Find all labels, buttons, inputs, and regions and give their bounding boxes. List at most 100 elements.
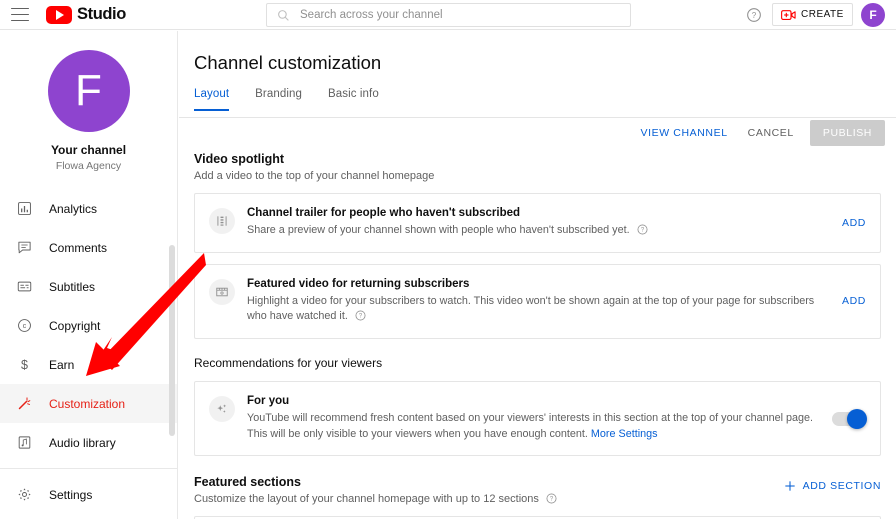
- sidebar-item-earn[interactable]: $ Earn: [0, 345, 177, 384]
- card-title: Featured video for returning subscribers: [247, 277, 470, 290]
- tab-bar: Layout Branding Basic info: [194, 88, 896, 111]
- sidebar-item-label: Comments: [49, 240, 108, 255]
- sidebar-nav: Analytics Comments Subtitles c Copyright…: [0, 189, 177, 519]
- account-avatar[interactable]: F: [861, 3, 885, 27]
- avatar-letter: F: [869, 8, 877, 22]
- studio-logo[interactable]: Studio: [46, 5, 126, 24]
- analytics-icon: [12, 201, 36, 216]
- sidebar-divider: [0, 468, 177, 469]
- help-button[interactable]: ?: [746, 7, 762, 28]
- channel-name: Flowa Agency: [55, 160, 122, 172]
- plus-icon: [784, 481, 795, 491]
- sidebar-item-comments[interactable]: Comments: [0, 228, 177, 267]
- video-spotlight-header: Video spotlight Add a video to the top o…: [194, 152, 896, 182]
- tab-basic-info[interactable]: Basic info: [328, 88, 379, 111]
- create-label: CREATE: [801, 9, 844, 20]
- section-title: Recommendations for your viewers: [194, 355, 383, 370]
- app-root: Studio ? CREATE F: [0, 0, 896, 519]
- card-body: Featured video for returning subscribers…: [247, 278, 832, 325]
- sidebar-item-send-feedback[interactable]: Send feedback: [0, 514, 177, 519]
- sidebar-item-settings[interactable]: Settings: [0, 475, 177, 514]
- comment-icon: [12, 240, 36, 255]
- hamburger-menu-icon[interactable]: [11, 8, 29, 21]
- card-body: Channel trailer for people who haven't s…: [247, 207, 832, 239]
- channel-trailer-card: Channel trailer for people who haven't s…: [194, 193, 881, 253]
- sidebar-item-customization[interactable]: Customization: [0, 384, 177, 423]
- add-section-label: ADD SECTION: [802, 480, 881, 493]
- sidebar-item-subtitles[interactable]: Subtitles: [0, 267, 177, 306]
- featured-sections-text: Featured sections Customize the layout o…: [194, 475, 557, 505]
- create-button[interactable]: CREATE: [772, 3, 853, 26]
- card-description-text: YouTube will recommend fresh content bas…: [247, 411, 814, 440]
- subtitles-icon: [12, 279, 36, 294]
- add-trailer-button[interactable]: ADD: [842, 217, 866, 229]
- dollar-icon: $: [12, 357, 36, 372]
- svg-text:?: ?: [550, 497, 554, 503]
- sparkles-icon: [209, 395, 235, 422]
- tab-branding[interactable]: Branding: [255, 88, 302, 111]
- sidebar-scrollbar[interactable]: [169, 245, 175, 436]
- search-box[interactable]: [266, 3, 631, 27]
- tab-layout[interactable]: Layout: [194, 88, 230, 111]
- svg-text:?: ?: [752, 11, 757, 20]
- brand-label: Studio: [77, 5, 126, 23]
- section-subtitle: Add a video to the top of your channel h…: [194, 170, 435, 182]
- sidebar-item-label: Settings: [49, 487, 93, 502]
- help-circle-icon: ?: [747, 8, 761, 22]
- featured-video-card: Featured video for returning subscribers…: [194, 263, 881, 339]
- settings-content: Video spotlight Add a video to the top o…: [179, 135, 896, 519]
- search-icon: [278, 9, 289, 21]
- sidebar-item-analytics[interactable]: Analytics: [0, 189, 177, 228]
- svg-text:$: $: [21, 358, 28, 372]
- svg-text:c: c: [22, 323, 26, 330]
- video-plus-icon: [781, 9, 796, 20]
- channel-title: Your channel: [50, 143, 127, 157]
- card-description: Share a preview of your channel shown wi…: [247, 223, 832, 239]
- channel-avatar[interactable]: F: [47, 50, 130, 132]
- page-title: Channel customization: [194, 52, 382, 73]
- help-circle-icon[interactable]: ?: [546, 493, 557, 504]
- copyright-icon: c: [12, 318, 36, 333]
- card-description: Highlight a video for your subscribers t…: [247, 294, 832, 325]
- sidebar-item-audio-library[interactable]: Audio library: [0, 423, 177, 462]
- card-title: For you: [247, 394, 290, 407]
- help-circle-icon[interactable]: ?: [355, 310, 366, 321]
- card-description-text: Share a preview of your channel shown wi…: [247, 224, 630, 236]
- magic-wand-icon: [12, 396, 36, 411]
- add-section-button[interactable]: ADD SECTION: [783, 479, 881, 493]
- video-marker-icon: [209, 278, 235, 305]
- card-title: Channel trailer for people who haven't s…: [247, 207, 521, 219]
- gear-icon: [12, 487, 36, 502]
- card-body: For you YouTube will recommend fresh con…: [247, 395, 822, 442]
- svg-text:?: ?: [640, 228, 644, 234]
- sidebar-item-label: Analytics: [49, 201, 98, 216]
- sidebar-item-label: Customization: [49, 396, 126, 411]
- sidebar-item-label: Audio library: [49, 435, 116, 450]
- sidebar: F Your channel Flowa Agency Analytics Co…: [0, 31, 178, 519]
- more-settings-link[interactable]: More Settings: [591, 428, 658, 440]
- card-description-text: Highlight a video for your subscribers t…: [247, 294, 815, 323]
- youtube-play-icon: [46, 5, 72, 24]
- film-strip-icon: [209, 208, 235, 234]
- sidebar-item-copyright[interactable]: c Copyright: [0, 306, 177, 345]
- music-note-icon: [12, 435, 36, 450]
- help-circle-icon[interactable]: ?: [637, 224, 648, 235]
- for-you-card: For you YouTube will recommend fresh con…: [194, 380, 881, 457]
- add-featured-video-button[interactable]: ADD: [842, 295, 866, 307]
- toggle-knob: [847, 408, 867, 429]
- recommendations-header: Recommendations for your viewers: [194, 356, 896, 370]
- search-input[interactable]: [300, 9, 600, 21]
- section-title: Video spotlight: [194, 152, 285, 166]
- section-subtitle: Customize the layout of your channel hom…: [194, 493, 557, 505]
- channel-block: F Your channel Flowa Agency: [0, 31, 177, 172]
- section-subtitle-text: Customize the layout of your channel hom…: [194, 493, 539, 506]
- for-you-toggle[interactable]: [832, 408, 867, 429]
- svg-text:?: ?: [359, 314, 363, 320]
- section-title: Featured sections: [194, 475, 301, 490]
- sidebar-item-label: Subtitles: [49, 279, 96, 294]
- channel-avatar-letter: F: [75, 66, 102, 115]
- card-description: YouTube will recommend fresh content bas…: [247, 411, 822, 442]
- main-content: Channel customization Layout Branding Ba…: [179, 31, 896, 519]
- top-bar: Studio ? CREATE F: [0, 0, 896, 30]
- featured-sections-header: Featured sections Customize the layout o…: [194, 475, 881, 505]
